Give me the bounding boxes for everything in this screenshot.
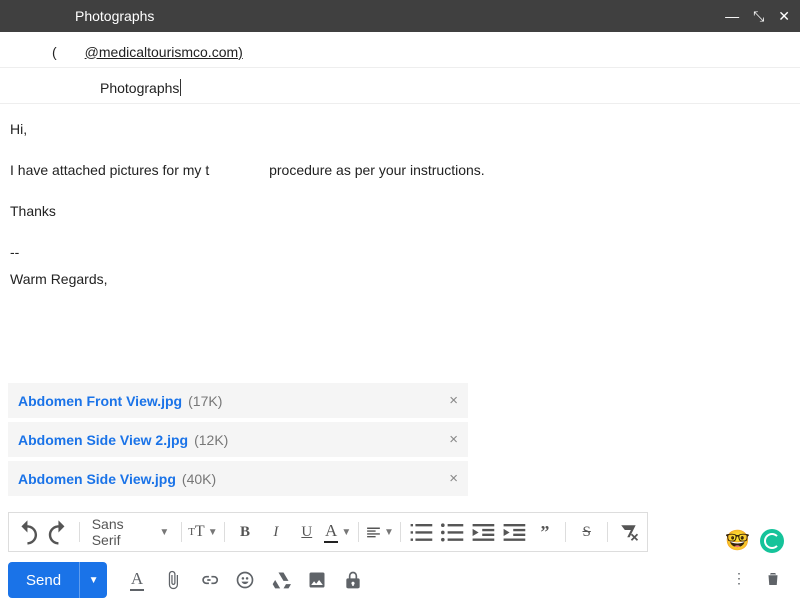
compose-right-actions: ⋮ [732, 570, 792, 591]
indent-less-icon[interactable] [469, 517, 498, 547]
discard-draft-icon[interactable] [764, 570, 782, 591]
formatting-toolbar: Sans Serif ▼ TT▼ B I U A▼ ▼ ” S [8, 512, 648, 552]
window-controls: — ⤡ ✕ [725, 9, 790, 23]
numbered-list-icon[interactable] [407, 517, 436, 547]
subject-text: Photographs [100, 80, 179, 96]
window-titlebar: Photographs — ⤡ ✕ [0, 0, 800, 32]
underline-icon[interactable]: U [292, 517, 321, 547]
attachment-item[interactable]: Abdomen Side View 2.jpg (12K) × [8, 422, 468, 457]
send-button[interactable]: Send [8, 562, 79, 598]
text-color-icon[interactable]: A▼ [323, 517, 352, 547]
message-body[interactable]: Hi, I have attached pictures for my txxx… [0, 104, 800, 375]
to-field[interactable]: xxxxxx ( xxxx@medicaltourismco.com) [0, 32, 800, 68]
minimize-icon[interactable]: — [725, 9, 739, 23]
attachment-size: (17K) [188, 393, 222, 409]
body-line: I have attached pictures for my txxxxxxx… [10, 159, 790, 182]
attachment-item[interactable]: Abdomen Front View.jpg (17K) × [8, 383, 468, 418]
send-button-group: Send ▼ [8, 562, 107, 598]
align-icon[interactable]: ▼ [365, 517, 394, 547]
undo-icon[interactable] [13, 517, 42, 547]
attachment-filename: Abdomen Front View.jpg [18, 393, 182, 409]
extension-icons: 🤓 [725, 528, 784, 553]
insert-emoji-icon[interactable] [235, 570, 255, 590]
font-family-label: Sans Serif [92, 516, 154, 548]
caret-down-icon: ▼ [159, 527, 169, 538]
font-size-icon[interactable]: TT▼ [188, 517, 217, 547]
attachments-list: Abdomen Front View.jpg (17K) × Abdomen S… [0, 375, 800, 508]
to-email: @medicaltourismco.com) [85, 44, 243, 60]
redo-icon[interactable] [44, 517, 73, 547]
to-name-redacted: xxxxxx [10, 44, 52, 60]
grammarly-icon[interactable] [760, 529, 784, 553]
attach-file-icon[interactable] [163, 570, 183, 590]
attachment-size: (12K) [194, 432, 228, 448]
remove-attachment-icon[interactable]: × [449, 470, 458, 487]
insert-drive-icon[interactable] [271, 570, 291, 590]
attachment-filename: Abdomen Side View 2.jpg [18, 432, 188, 448]
compose-icons: A [127, 570, 363, 590]
strikethrough-icon[interactable]: S [572, 517, 601, 547]
bulleted-list-icon[interactable] [438, 517, 467, 547]
italic-icon[interactable]: I [261, 517, 290, 547]
insert-link-icon[interactable] [199, 570, 219, 590]
bold-icon[interactable]: B [231, 517, 260, 547]
send-options-button[interactable]: ▼ [79, 562, 107, 598]
to-local-redacted: xxxx [57, 44, 85, 60]
subject-field[interactable]: Photographs [0, 68, 800, 104]
indent-more-icon[interactable] [500, 517, 529, 547]
restore-icon[interactable]: ⤡ [753, 9, 764, 23]
text-cursor [180, 79, 181, 96]
signature-line: Warm Regards, [10, 268, 790, 291]
insert-photo-icon[interactable] [307, 570, 327, 590]
attachment-filename: Abdomen Side View.jpg [18, 471, 176, 487]
emoji-extension-icon[interactable]: 🤓 [725, 528, 750, 553]
signature-dash: -- [10, 241, 790, 264]
remove-attachment-icon[interactable]: × [449, 431, 458, 448]
remove-attachment-icon[interactable]: × [449, 392, 458, 409]
body-line: Thanks [10, 200, 790, 223]
quote-icon[interactable]: ” [530, 517, 559, 547]
window-title: Photographs [75, 8, 154, 24]
attachment-size: (40K) [182, 471, 216, 487]
text-format-icon[interactable]: A [127, 570, 147, 590]
more-options-icon[interactable]: ⋮ [732, 570, 746, 591]
clear-formatting-icon[interactable] [614, 517, 643, 547]
close-icon[interactable]: ✕ [778, 9, 790, 23]
confidential-mode-icon[interactable] [343, 570, 363, 590]
attachment-item[interactable]: Abdomen Side View.jpg (40K) × [8, 461, 468, 496]
font-family-select[interactable]: Sans Serif ▼ [86, 516, 176, 548]
body-line: Hi, [10, 118, 790, 141]
